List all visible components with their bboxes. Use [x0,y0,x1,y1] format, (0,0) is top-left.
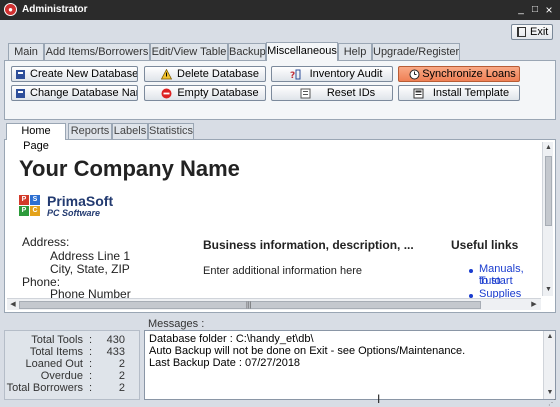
tab-miscellaneous[interactable]: Miscellaneous [266,42,338,61]
logo-square-p2: P [19,206,29,216]
home-vertical-scrollbar[interactable]: ▲ ▼ [542,142,553,296]
address-city-state-zip: City, State, ZIP [50,262,130,276]
scroll-up-arrow-icon[interactable]: ▲ [544,143,553,152]
title-bar: ● Administrator _ □ × [0,0,560,20]
delete-database-button[interactable]: Delete Database [144,66,266,82]
create-new-database-label: Create New Database [30,68,138,80]
stat-value-loaned-out: 2 [118,358,125,370]
close-button[interactable]: × [542,3,556,17]
change-database-name-label: Change Database Name [30,87,137,99]
inventory-audit-button[interactable]: ? Inventory Audit [271,66,393,82]
stat-colon: : [89,370,93,382]
stats-panel: Total Tools : 430 Total Items : 433 Loan… [4,330,140,400]
reset-icon [300,88,311,99]
delete-database-label: Delete Database [177,68,259,80]
minimize-button[interactable]: _ [514,3,528,17]
messages-scrollbar[interactable]: ▲ ▼ [543,331,555,399]
warning-icon [161,69,172,80]
scroll-left-arrow-icon[interactable]: ◀ [8,300,18,310]
tab-main[interactable]: Main [8,43,44,61]
home-horizontal-scrollbar[interactable]: ◀ ||| ▶ [7,298,541,310]
synchronize-loans-button[interactable]: Synchronize Loans [398,66,520,82]
scroll-thumb[interactable] [545,156,552,226]
stat-value-total-items: 433 [106,346,125,358]
home-page-frame: Your Company Name P S P C PrimaSoft PC S… [4,139,556,313]
install-template-button[interactable]: Install Template [398,85,520,101]
change-database-name-button[interactable]: Change Database Name [11,85,138,101]
svg-text:?: ? [290,71,295,80]
scroll-thumb-horizontal[interactable]: ||| [19,301,481,309]
text-cursor-icon: I [377,392,381,406]
home-page-content[interactable]: Your Company Name P S P C PrimaSoft PC S… [7,142,541,298]
phone-value: Phone Number [50,287,131,298]
maximize-button[interactable]: □ [528,3,542,17]
message-line: Last Backup Date : 07/27/2018 [149,357,301,369]
company-name: Your Company Name [19,156,240,181]
stat-label-total-items: Total Items [29,346,83,358]
create-new-database-button[interactable]: Create New Database [11,66,138,82]
scroll-right-arrow-icon[interactable]: ▶ [529,300,539,310]
exit-label: Exit [530,26,549,38]
stat-label-total-borrowers: Total Borrowers [6,382,83,394]
primasoft-logo: P S P C PrimaSoft PC Software [19,193,129,221]
link-supplies[interactable]: Supplies [479,288,521,298]
tab-backup[interactable]: Backup [228,43,266,61]
tab-edit-view-table[interactable]: Edit/View Table [150,43,228,61]
logo-brand: PrimaSoft [47,193,114,209]
no-entry-icon [161,88,172,99]
messages-label: Messages : [148,318,205,330]
scroll-up-arrow-icon[interactable]: ▲ [545,332,555,342]
address-label: Address: [22,235,70,249]
tab-reports[interactable]: Reports [68,123,112,140]
audit-icon: ? [290,69,301,80]
address-line-1: Address Line 1 [50,249,131,263]
tab-statistics[interactable]: Statistics [148,123,194,140]
reset-ids-label: Reset IDs [326,87,376,99]
stat-value-total-borrowers: 2 [118,382,125,394]
logo-square-c: C [30,206,40,216]
app-icon: ● [4,3,17,16]
grip-icon: ||| [246,302,252,309]
message-line: Auto Backup will not be done on Exit - s… [149,345,466,357]
tab-help[interactable]: Help [338,43,372,61]
links-heading: Useful links [451,238,519,252]
message-line: Database folder : C:\handy_et\db\ [149,333,314,345]
clock-icon [409,69,420,80]
stat-colon: : [89,334,93,346]
business-text: Enter additional information here [203,265,362,277]
scroll-down-arrow-icon[interactable]: ▼ [545,388,555,398]
messages-box[interactable]: Database folder : C:\handy_et\db\ Auto B… [144,330,556,400]
empty-database-button[interactable]: Empty Database [144,85,266,101]
stat-colon: : [89,346,93,358]
stat-value-overdue: 2 [118,370,125,382]
tab-labels[interactable]: Labels [112,123,148,140]
stat-label-overdue: Overdue [40,370,83,382]
stat-value-total-tools: 430 [106,334,125,346]
database-icon [16,70,25,79]
link-to-start[interactable]: to start [479,275,513,287]
bullet-icon [469,269,473,273]
stat-label-total-tools: Total Tools [31,334,83,346]
logo-square-p: P [19,195,29,205]
logo-square-s: S [30,195,40,205]
database-icon [16,89,25,98]
tab-add-items-borrowers[interactable]: Add Items/Borrowers [44,43,150,61]
tab-upgrade-register[interactable]: Upgrade/Register [372,43,460,61]
exit-door-icon [517,27,526,37]
exit-button[interactable]: Exit [511,24,553,40]
logo-subtitle: PC Software [47,208,101,218]
stat-colon: : [89,382,93,394]
window-title: Administrator [22,4,88,15]
scroll-down-arrow-icon[interactable]: ▼ [544,285,553,294]
stat-colon: : [89,358,93,370]
stat-label-loaned-out: Loaned Out [25,358,84,370]
template-icon [413,88,424,99]
reset-ids-button[interactable]: Reset IDs [271,85,393,101]
empty-database-label: Empty Database [177,87,259,99]
synchronize-loans-label: Synchronize Loans [422,68,516,80]
business-heading: Business information, description, ... [203,238,414,252]
inventory-audit-label: Inventory Audit [309,68,383,80]
install-template-label: Install Template [432,87,510,99]
tab-home-page[interactable]: Home Page [6,123,66,152]
